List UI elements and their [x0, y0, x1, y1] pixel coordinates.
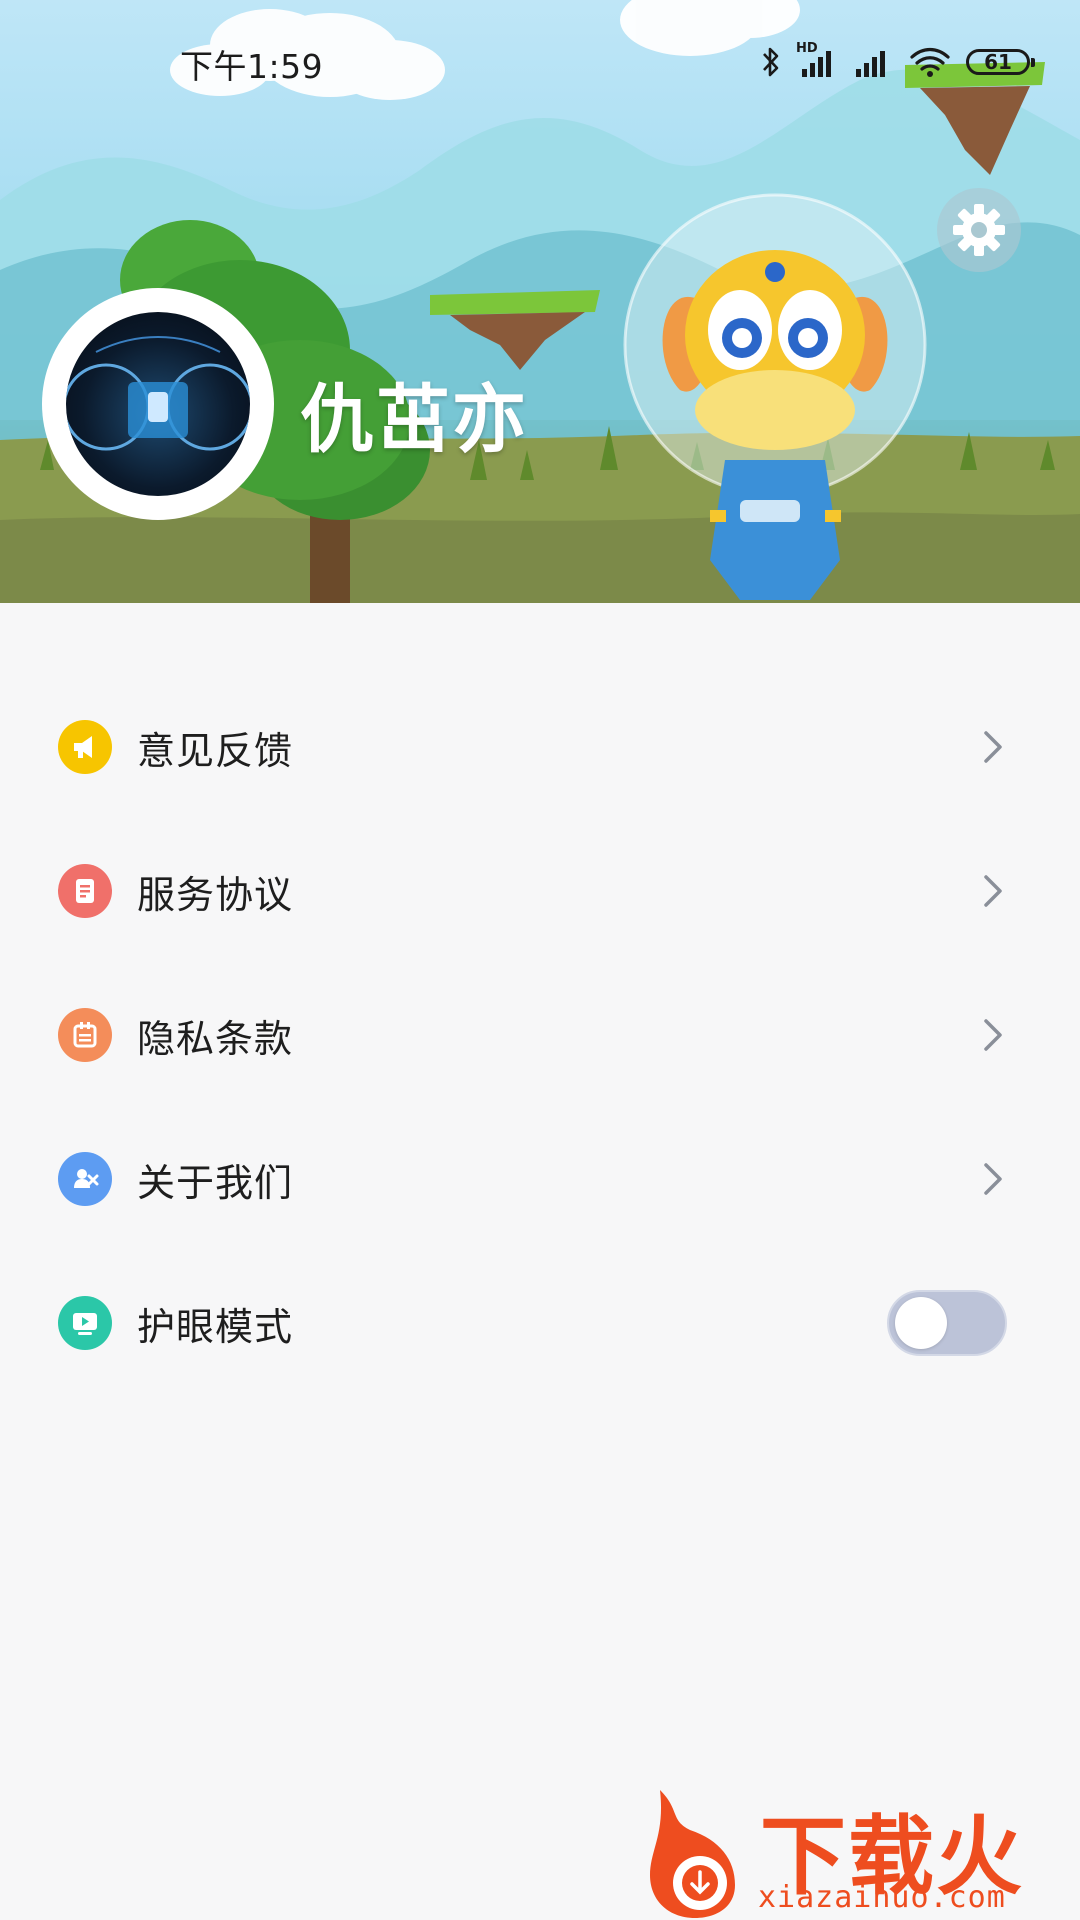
megaphone-icon: [58, 720, 112, 774]
menu-label-feedback: 意见反馈: [137, 728, 294, 773]
menu-item-service-agreement[interactable]: 服务协议: [0, 831, 1080, 951]
avatar-photo: [66, 312, 250, 496]
battery-icon: 61: [966, 49, 1035, 75]
menu-label-about-us: 关于我们: [137, 1160, 294, 1205]
watermark-logo: 下载火 xiazaihuo.com: [640, 1780, 1080, 1920]
wifi-icon: [910, 47, 950, 77]
status-icons: HD 61: [760, 41, 1035, 80]
chevron-right-icon: [984, 731, 1002, 763]
menu-item-eye-protection: 护眼模式: [0, 1263, 1080, 1383]
menu-item-feedback[interactable]: 意见反馈: [0, 687, 1080, 807]
document-icon: [58, 864, 112, 918]
watermark-site: xiazaihuo.com: [758, 1880, 1006, 1915]
toggle-knob: [895, 1297, 947, 1349]
chevron-right-icon: [984, 1019, 1002, 1051]
screen: 下午1:59 HD 61 仇茁亦 意见反馈 服务协议 隐私条款 关于我们 护眼模…: [0, 0, 1080, 1920]
gear-icon: [953, 204, 1005, 256]
menu-label-eye-protection: 护眼模式: [137, 1304, 294, 1349]
chevron-right-icon: [984, 1163, 1002, 1195]
screen-icon: [58, 1296, 112, 1350]
menu-item-about-us[interactable]: 关于我们: [0, 1119, 1080, 1239]
avatar[interactable]: [42, 288, 274, 520]
user-name: 仇茁亦: [300, 377, 528, 463]
signal-hd-icon: HD: [796, 41, 840, 79]
bluetooth-icon: [763, 47, 779, 77]
puzzle-icon: [58, 1152, 112, 1206]
signal-icon: [856, 51, 885, 77]
flame-logo-icon: [650, 1790, 735, 1918]
profile-header: 下午1:59 HD 61 仇茁亦: [0, 0, 1080, 603]
status-time: 下午1:59: [180, 47, 324, 86]
battery-level: 61: [984, 50, 1012, 74]
settings-button[interactable]: [937, 188, 1021, 272]
calendar-icon: [58, 1008, 112, 1062]
menu-item-privacy[interactable]: 隐私条款: [0, 975, 1080, 1095]
menu-label-service-agreement: 服务协议: [137, 872, 294, 917]
eye-protection-toggle[interactable]: [887, 1290, 1007, 1356]
menu-label-privacy: 隐私条款: [137, 1016, 294, 1061]
chevron-right-icon: [984, 875, 1002, 907]
